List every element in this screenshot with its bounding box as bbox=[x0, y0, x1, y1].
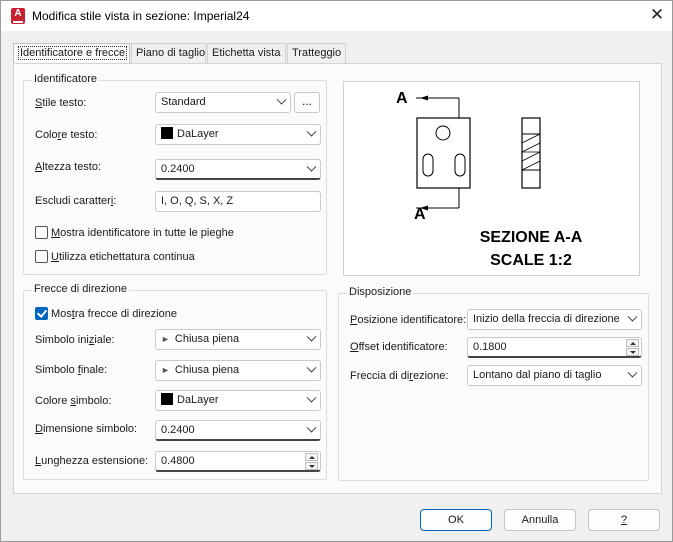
preview-title-line2: SCALE 1:2 bbox=[490, 252, 572, 269]
preview-title-line1: SEZIONE A-A bbox=[480, 229, 583, 246]
colore-simbolo-label: Colore simbolo: bbox=[35, 395, 112, 407]
freccia-direzione-label: Freccia di direzione: bbox=[350, 370, 449, 382]
lunghezza-estensione-spinner[interactable] bbox=[305, 453, 318, 470]
identificatore-legend: Identificatore bbox=[32, 73, 99, 85]
chevron-down-icon bbox=[306, 126, 317, 137]
dimensione-simbolo-dropdown[interactable]: 0.2400 bbox=[155, 420, 321, 441]
chevron-down-icon bbox=[627, 367, 638, 378]
tab-identificatore-e-frecce[interactable]: Identificatore e frecce bbox=[13, 43, 130, 65]
mostra-pieghe-checkbox[interactable]: Mostra identificatore in tutte le pieghe bbox=[35, 226, 234, 240]
tab-piano-di-taglio[interactable]: Piano di taglio bbox=[131, 43, 206, 64]
arrow-head-icon: ► bbox=[161, 334, 170, 344]
help-button[interactable]: ? bbox=[588, 509, 660, 531]
preview-marker-bottom: A bbox=[414, 206, 426, 223]
chevron-down-icon bbox=[306, 331, 317, 342]
preview-pane: A A SEZIONE A-A SCALE 1:2 bbox=[343, 81, 640, 276]
escludi-caratteri-label: Escludi caratteri: bbox=[35, 195, 117, 207]
stile-testo-label: Stile testo: bbox=[35, 97, 87, 109]
chevron-down-icon bbox=[306, 392, 317, 403]
frecce-group: Frecce di direzione Mostra frecce di dir… bbox=[23, 283, 327, 480]
simbolo-iniziale-dropdown[interactable]: ► Chiusa piena bbox=[155, 329, 321, 350]
chevron-down-icon bbox=[306, 362, 317, 373]
escludi-caratteri-input[interactable]: I, O, Q, S, X, Z bbox=[155, 191, 321, 212]
stile-testo-dropdown[interactable]: Standard bbox=[155, 92, 291, 113]
spin-up-icon[interactable] bbox=[305, 453, 318, 461]
colore-testo-dropdown[interactable]: DaLayer bbox=[155, 124, 321, 145]
dimensione-simbolo-label: Dimensione simbolo: bbox=[35, 423, 138, 435]
colore-testo-label: Colore testo: bbox=[35, 129, 98, 141]
chevron-down-icon bbox=[276, 94, 287, 105]
offset-identificatore-input[interactable]: 0.1800 bbox=[467, 337, 642, 358]
annulla-button[interactable]: Annulla bbox=[504, 509, 576, 531]
colore-simbolo-dropdown[interactable]: DaLayer bbox=[155, 390, 321, 411]
close-icon: ✕ bbox=[649, 5, 665, 24]
offset-identificatore-spinner[interactable] bbox=[626, 339, 639, 356]
frecce-legend: Frecce di direzione bbox=[32, 283, 129, 295]
section-view-preview: A A SEZIONE A-A SCALE 1:2 bbox=[396, 90, 583, 269]
chevron-down-icon bbox=[627, 311, 638, 322]
etichettatura-continua-checkbox[interactable]: Utilizza etichettatura continua bbox=[35, 250, 195, 264]
mostra-frecce-checkbox[interactable]: Mostra frecce di direzione bbox=[35, 307, 177, 321]
autocad-app-icon: A bbox=[11, 8, 25, 24]
identificatore-group: Identificatore Stile testo: Standard ...… bbox=[23, 73, 327, 275]
stile-testo-browse-button[interactable]: ... bbox=[294, 92, 320, 113]
preview-marker-top: A bbox=[396, 90, 408, 107]
spin-down-icon[interactable] bbox=[305, 462, 318, 470]
simbolo-finale-dropdown[interactable]: ► Chiusa piena bbox=[155, 360, 321, 381]
title-bar[interactable]: A Modifica stile vista in sezione: Imper… bbox=[1, 1, 672, 31]
altezza-testo-label: Altezza testo: bbox=[35, 161, 102, 173]
color-swatch bbox=[161, 393, 173, 405]
window-title: Modifica stile vista in sezione: Imperia… bbox=[32, 9, 250, 23]
tab-panel: Identificatore Stile testo: Standard ...… bbox=[13, 63, 662, 494]
freccia-direzione-dropdown[interactable]: Lontano dal piano di taglio bbox=[467, 365, 642, 386]
disposizione-group: Disposizione Posizione identificatore: I… bbox=[338, 286, 649, 481]
lunghezza-estensione-input[interactable]: 0.4800 bbox=[155, 451, 321, 472]
lunghezza-estensione-label: Lunghezza estensione: bbox=[35, 455, 149, 467]
posizione-identificatore-dropdown[interactable]: Inizio della freccia di direzione bbox=[467, 309, 642, 330]
color-swatch bbox=[161, 127, 173, 139]
simbolo-finale-label: Simbolo finale: bbox=[35, 364, 108, 376]
tab-etichetta-vista[interactable]: Etichetta vista bbox=[207, 43, 286, 64]
spin-down-icon[interactable] bbox=[626, 348, 639, 356]
chevron-down-icon bbox=[306, 422, 317, 433]
arrow-head-icon: ► bbox=[161, 365, 170, 375]
posizione-identificatore-label: Posizione identificatore: bbox=[350, 314, 467, 326]
disposizione-legend: Disposizione bbox=[347, 286, 414, 298]
spin-up-icon[interactable] bbox=[626, 339, 639, 347]
close-button[interactable]: ✕ bbox=[646, 5, 668, 27]
altezza-testo-dropdown[interactable]: 0.2400 bbox=[155, 159, 321, 180]
dialog-window: A Modifica stile vista in sezione: Imper… bbox=[0, 0, 673, 542]
ok-button[interactable]: OK bbox=[420, 509, 492, 531]
chevron-down-icon bbox=[306, 161, 317, 172]
tab-tratteggio[interactable]: Tratteggio bbox=[287, 43, 346, 64]
offset-identificatore-label: Offset identificatore: bbox=[350, 341, 448, 353]
simbolo-iniziale-label: Simbolo iniziale: bbox=[35, 334, 115, 346]
